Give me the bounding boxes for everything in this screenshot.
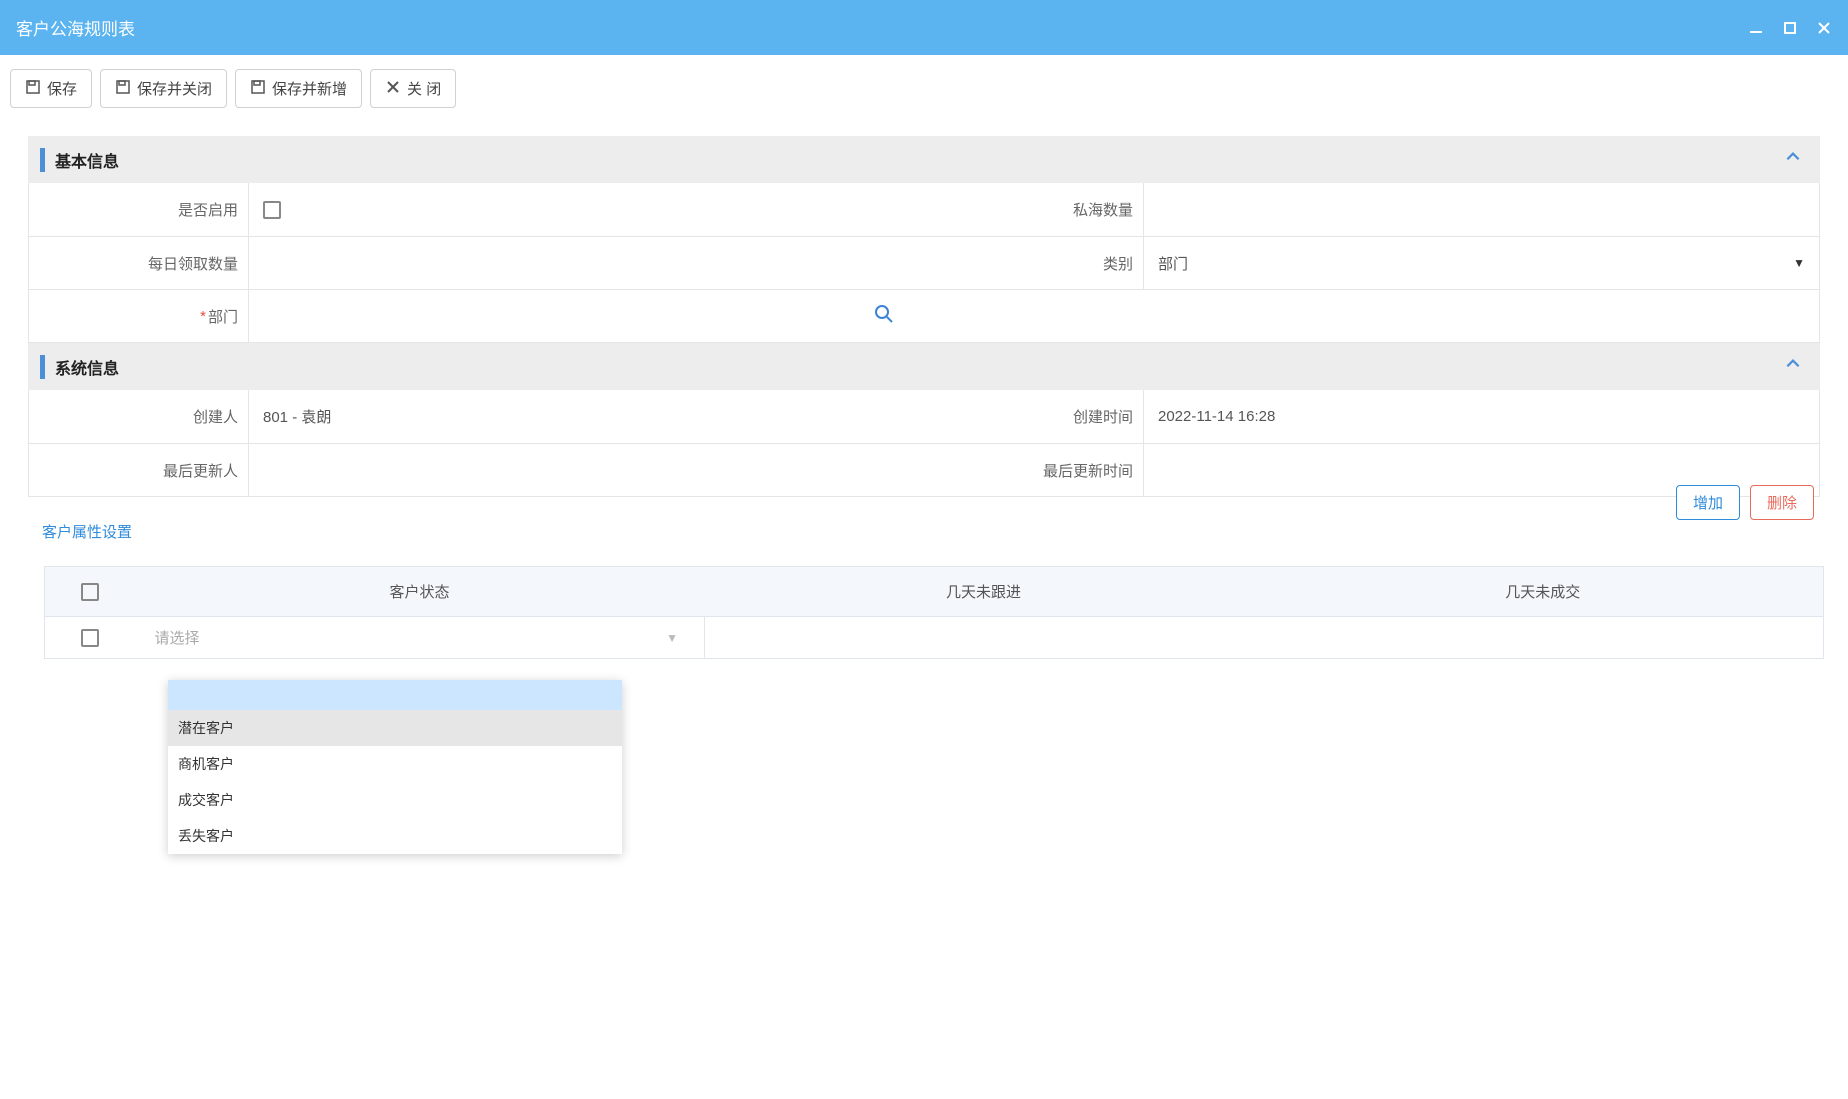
label-created-time: 创建时间 <box>924 390 1144 443</box>
header-checkbox-cell <box>45 567 135 617</box>
created-time-value: 2022-11-14 16:28 <box>1144 390 1819 443</box>
status-dropdown-popup: 潜在客户 商机客户 成交客户 丢失客户 <box>168 680 622 854</box>
close-icon <box>385 79 401 99</box>
save-new-button[interactable]: 保存并新增 <box>235 69 362 108</box>
tab-customer-attributes[interactable]: 客户属性设置 <box>28 515 146 548</box>
section-title-system: 系统信息 <box>55 355 119 379</box>
label-last-update-time: 最后更新时间 <box>924 444 1144 496</box>
creator-value: 801 - 袁朗 <box>249 390 924 443</box>
dropdown-option-blank[interactable] <box>168 680 622 710</box>
required-asterisk: * <box>200 308 206 325</box>
section-header-system[interactable]: 系统信息 <box>28 343 1820 390</box>
attributes-table: 客户状态 几天未跟进 几天未成交 请选择 ▼ <box>44 566 1824 659</box>
save-icon <box>115 79 131 99</box>
save-label: 保存 <box>47 78 77 99</box>
status-placeholder: 请选择 <box>155 627 200 648</box>
label-private-qty: 私海数量 <box>924 183 1144 236</box>
category-value: 部门 <box>1158 253 1188 274</box>
save-icon <box>25 79 41 99</box>
close-label: 关 闭 <box>407 78 441 99</box>
row-checkbox[interactable] <box>81 629 99 647</box>
department-lookup[interactable] <box>249 290 924 342</box>
save-icon <box>250 79 266 99</box>
minimize-button[interactable] <box>1748 20 1764 36</box>
dropdown-option[interactable]: 丢失客户 <box>168 818 622 854</box>
label-category: 类别 <box>924 237 1144 289</box>
header-status: 客户状态 <box>135 567 705 617</box>
search-icon[interactable] <box>874 304 894 328</box>
dropdown-option[interactable]: 成交客户 <box>168 782 622 818</box>
private-qty-input[interactable] <box>1144 183 1819 236</box>
caret-down-icon: ▼ <box>666 631 678 645</box>
last-updater-value <box>249 444 924 496</box>
status-select[interactable]: 请选择 ▼ <box>145 627 695 648</box>
header-days-no-deal: 几天未成交 <box>1263 567 1824 617</box>
label-department-text: 部门 <box>208 306 238 327</box>
last-update-time-value <box>1144 444 1819 496</box>
close-window-button[interactable] <box>1816 20 1832 36</box>
save-new-label: 保存并新增 <box>272 78 347 99</box>
category-select[interactable]: 部门 ▼ <box>1144 237 1819 289</box>
section-title-basic: 基本信息 <box>55 148 119 172</box>
days-no-deal-cell[interactable] <box>1263 617 1824 659</box>
dropdown-option[interactable]: 潜在客户 <box>168 710 622 746</box>
select-all-checkbox[interactable] <box>81 583 99 601</box>
chevron-up-icon[interactable] <box>1784 355 1802 378</box>
close-button[interactable]: 关 闭 <box>370 69 456 108</box>
section-accent-bar <box>40 148 45 172</box>
label-daily-claim: 每日领取数量 <box>29 237 249 289</box>
chevron-up-icon[interactable] <box>1784 148 1802 171</box>
table-row: 请选择 ▼ <box>45 617 1824 659</box>
system-form: 创建人 801 - 袁朗 创建时间 2022-11-14 16:28 最后更新人… <box>28 390 1820 497</box>
label-creator: 创建人 <box>29 390 249 443</box>
save-close-button[interactable]: 保存并关闭 <box>100 69 227 108</box>
save-close-label: 保存并关闭 <box>137 78 212 99</box>
maximize-button[interactable] <box>1782 20 1798 36</box>
daily-claim-input[interactable] <box>249 237 924 289</box>
title-bar: 客户公海规则表 <box>0 0 1848 55</box>
enabled-checkbox[interactable] <box>263 201 281 219</box>
window-controls <box>1748 20 1832 36</box>
content-area: 基本信息 是否启用 私海数量 每日领取数量 类别 <box>0 122 1848 659</box>
days-no-follow-cell[interactable] <box>705 617 1263 659</box>
toolbar: 保存 保存并关闭 保存并新增 关 闭 <box>0 55 1848 122</box>
section-accent-bar <box>40 355 45 379</box>
section-header-basic[interactable]: 基本信息 <box>28 136 1820 183</box>
label-department: * 部门 <box>29 290 249 342</box>
save-button[interactable]: 保存 <box>10 69 92 108</box>
label-last-updater: 最后更新人 <box>29 444 249 496</box>
dropdown-option[interactable]: 商机客户 <box>168 746 622 782</box>
subtable-area: 客户属性设置 增加 删除 客户状态 几天未跟进 几天未成交 <box>28 515 1820 659</box>
basic-form: 是否启用 私海数量 每日领取数量 类别 部门 ▼ <box>28 183 1820 343</box>
caret-down-icon: ▼ <box>1793 256 1805 270</box>
header-days-no-follow: 几天未跟进 <box>705 567 1263 617</box>
label-enabled: 是否启用 <box>29 183 249 236</box>
window-title: 客户公海规则表 <box>16 15 135 40</box>
